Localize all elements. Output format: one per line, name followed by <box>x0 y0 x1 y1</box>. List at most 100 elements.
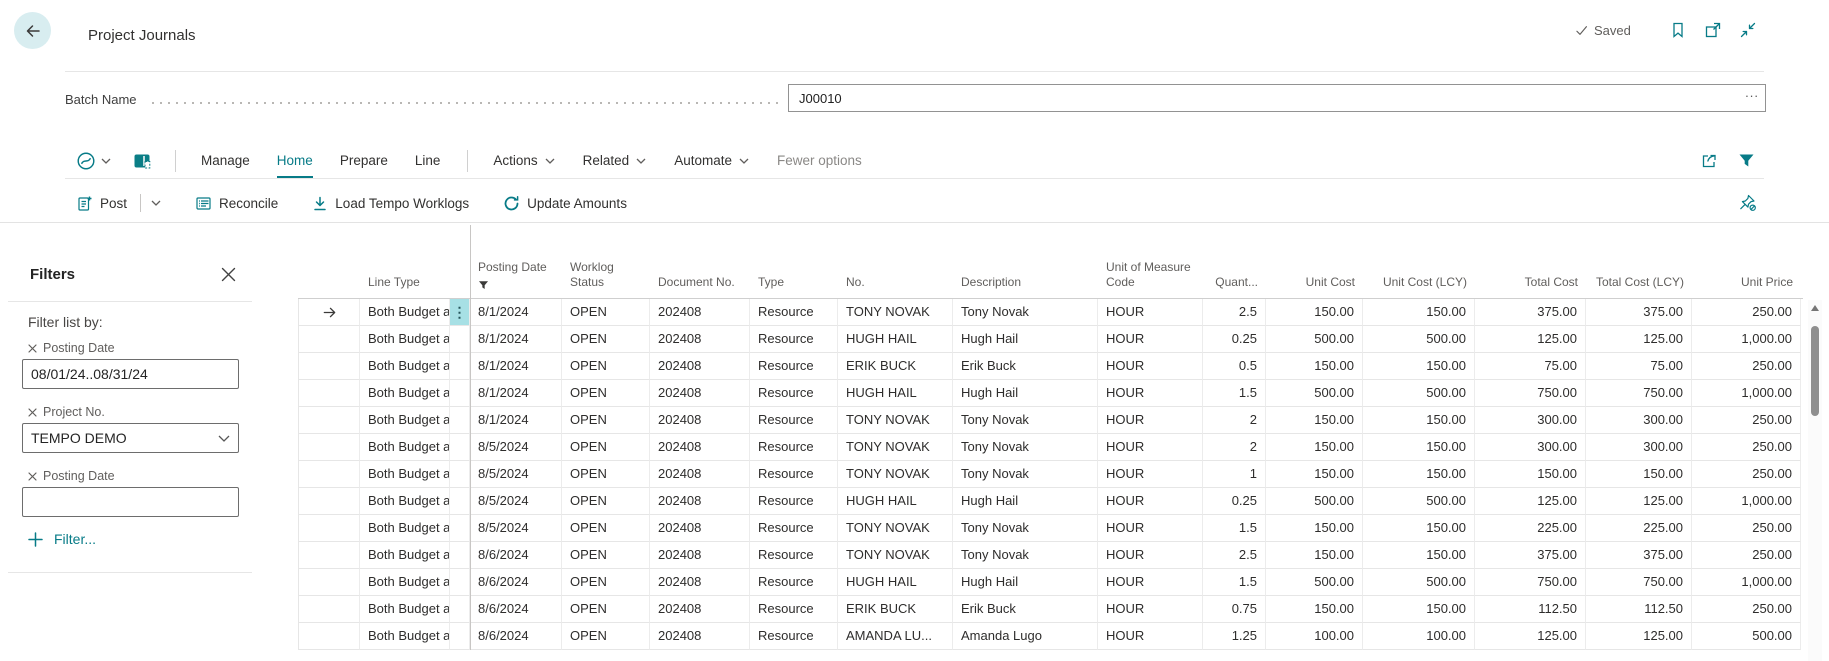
cell-unit-price[interactable]: 250.00 <box>1692 434 1801 461</box>
cell-description[interactable]: Tony Novak <box>953 299 1098 326</box>
cell-quantity[interactable]: 1.25 <box>1203 623 1266 650</box>
fewer-options-button[interactable]: Fewer options <box>777 153 862 168</box>
cell-description[interactable]: Tony Novak <box>953 407 1098 434</box>
cell-type[interactable]: Resource <box>750 569 838 596</box>
row-select-cell[interactable] <box>298 542 360 569</box>
cell-total-cost-lcy[interactable]: 750.00 <box>1586 380 1692 407</box>
row-context-menu-cell[interactable]: ⋮ <box>450 515 470 542</box>
column-header-total-cost-lcy[interactable]: Total Cost (LCY) <box>1586 225 1692 298</box>
cell-total-cost[interactable]: 375.00 <box>1475 299 1586 326</box>
cell-worklog-status[interactable]: OPEN <box>562 326 650 353</box>
cell-description[interactable]: Tony Novak <box>953 461 1098 488</box>
cell-worklog-status[interactable]: OPEN <box>562 542 650 569</box>
cell-uom[interactable]: HOUR <box>1098 542 1203 569</box>
cell-document-no[interactable]: 202408 <box>650 299 750 326</box>
cell-unit-cost[interactable]: 150.00 <box>1266 596 1363 623</box>
cell-description[interactable]: Tony Novak <box>953 434 1098 461</box>
batch-name-lookup-button[interactable]: ... <box>1745 85 1759 100</box>
cell-unit-price[interactable]: 250.00 <box>1692 353 1801 380</box>
row-context-menu-cell[interactable]: ⋮ <box>450 542 470 569</box>
cell-uom[interactable]: HOUR <box>1098 353 1203 380</box>
cell-total-cost[interactable]: 750.00 <box>1475 380 1586 407</box>
cell-total-cost-lcy[interactable]: 75.00 <box>1586 353 1692 380</box>
add-filter-button[interactable]: Filter... <box>28 531 96 547</box>
column-header-posting-date[interactable]: Posting Date <box>470 225 562 298</box>
cell-line-type[interactable]: Both Budget a... <box>360 488 450 515</box>
tab-home[interactable]: Home <box>277 142 313 179</box>
cell-posting-date[interactable]: 8/1/2024 <box>470 299 562 326</box>
cell-unit-cost-lcy[interactable]: 500.00 <box>1363 569 1475 596</box>
cell-quantity[interactable]: 0.5 <box>1203 353 1266 380</box>
scrollbar-thumb[interactable] <box>1811 326 1819 416</box>
cell-document-no[interactable]: 202408 <box>650 488 750 515</box>
cell-total-cost[interactable]: 225.00 <box>1475 515 1586 542</box>
cell-posting-date[interactable]: 8/5/2024 <box>470 515 562 542</box>
cell-unit-price[interactable]: 1,000.00 <box>1692 380 1801 407</box>
cell-unit-cost-lcy[interactable]: 150.00 <box>1363 542 1475 569</box>
row-context-menu-cell[interactable]: ⋮ <box>450 326 470 353</box>
row-context-menu-cell[interactable]: ⋮ <box>450 488 470 515</box>
cell-total-cost[interactable]: 125.00 <box>1475 326 1586 353</box>
remove-filter-icon[interactable] <box>28 408 37 417</box>
row-context-menu-cell[interactable]: ⋮ <box>450 299 470 326</box>
cell-line-type[interactable]: Both Budget a... <box>360 380 450 407</box>
cell-quantity[interactable]: 0.25 <box>1203 488 1266 515</box>
row-select-cell[interactable] <box>298 434 360 461</box>
cell-description[interactable]: Erik Buck <box>953 596 1098 623</box>
cell-no[interactable]: TONY NOVAK <box>838 434 953 461</box>
cell-total-cost[interactable]: 300.00 <box>1475 434 1586 461</box>
cell-line-type[interactable]: Both Budget a... <box>360 515 450 542</box>
cell-uom[interactable]: HOUR <box>1098 488 1203 515</box>
cell-no[interactable]: ERIK BUCK <box>838 353 953 380</box>
row-select-cell[interactable] <box>298 407 360 434</box>
cell-type[interactable]: Resource <box>750 542 838 569</box>
cell-uom[interactable]: HOUR <box>1098 515 1203 542</box>
cell-quantity[interactable]: 2.5 <box>1203 542 1266 569</box>
filter-funnel-icon[interactable] <box>1738 153 1755 169</box>
cell-unit-price[interactable]: 250.00 <box>1692 542 1801 569</box>
cell-no[interactable]: TONY NOVAK <box>838 461 953 488</box>
cell-line-type[interactable]: Both Budget a... <box>360 542 450 569</box>
cell-description[interactable]: Hugh Hail <box>953 326 1098 353</box>
load-tempo-worklogs-button[interactable]: Load Tempo Worklogs <box>312 195 469 212</box>
column-header-worklog-status[interactable]: Worklog Status <box>562 225 650 298</box>
cell-quantity[interactable]: 0.25 <box>1203 326 1266 353</box>
cell-posting-date[interactable]: 8/6/2024 <box>470 542 562 569</box>
cell-total-cost-lcy[interactable]: 112.50 <box>1586 596 1692 623</box>
cell-no[interactable]: TONY NOVAK <box>838 542 953 569</box>
column-header-uom[interactable]: Unit of Measure Code <box>1098 225 1203 298</box>
row-context-menu-cell[interactable]: ⋮ <box>450 380 470 407</box>
cell-document-no[interactable]: 202408 <box>650 569 750 596</box>
cell-type[interactable]: Resource <box>750 299 838 326</box>
cell-posting-date[interactable]: 8/5/2024 <box>470 488 562 515</box>
remove-filter-icon[interactable] <box>28 344 37 353</box>
cell-unit-cost[interactable]: 500.00 <box>1266 488 1363 515</box>
cell-unit-price[interactable]: 250.00 <box>1692 596 1801 623</box>
cell-line-type[interactable]: Both Budget a... <box>360 569 450 596</box>
cell-description[interactable]: Amanda Lugo <box>953 623 1098 650</box>
cell-unit-cost-lcy[interactable]: 150.00 <box>1363 434 1475 461</box>
cell-no[interactable]: ERIK BUCK <box>838 596 953 623</box>
column-header-unit-cost[interactable]: Unit Cost <box>1266 225 1363 298</box>
cell-posting-date[interactable]: 8/1/2024 <box>470 353 562 380</box>
cell-description[interactable]: Tony Novak <box>953 515 1098 542</box>
cell-unit-cost-lcy[interactable]: 150.00 <box>1363 596 1475 623</box>
tab-manage[interactable]: Manage <box>201 142 250 179</box>
cell-worklog-status[interactable]: OPEN <box>562 461 650 488</box>
cell-description[interactable]: Hugh Hail <box>953 569 1098 596</box>
cell-uom[interactable]: HOUR <box>1098 434 1203 461</box>
cell-quantity[interactable]: 1.5 <box>1203 380 1266 407</box>
cell-unit-cost-lcy[interactable]: 150.00 <box>1363 353 1475 380</box>
column-header-no[interactable]: No. <box>838 225 953 298</box>
row-context-menu-cell[interactable]: ⋮ <box>450 434 470 461</box>
cell-uom[interactable]: HOUR <box>1098 299 1203 326</box>
cell-type[interactable]: Resource <box>750 434 838 461</box>
cell-quantity[interactable]: 2.5 <box>1203 299 1266 326</box>
cell-total-cost-lcy[interactable]: 750.00 <box>1586 569 1692 596</box>
cell-total-cost-lcy[interactable]: 125.00 <box>1586 623 1692 650</box>
cell-total-cost[interactable]: 150.00 <box>1475 461 1586 488</box>
row-context-menu-cell[interactable]: ⋮ <box>450 623 470 650</box>
row-select-cell[interactable] <box>298 380 360 407</box>
cell-document-no[interactable]: 202408 <box>650 326 750 353</box>
cell-no[interactable]: TONY NOVAK <box>838 515 953 542</box>
